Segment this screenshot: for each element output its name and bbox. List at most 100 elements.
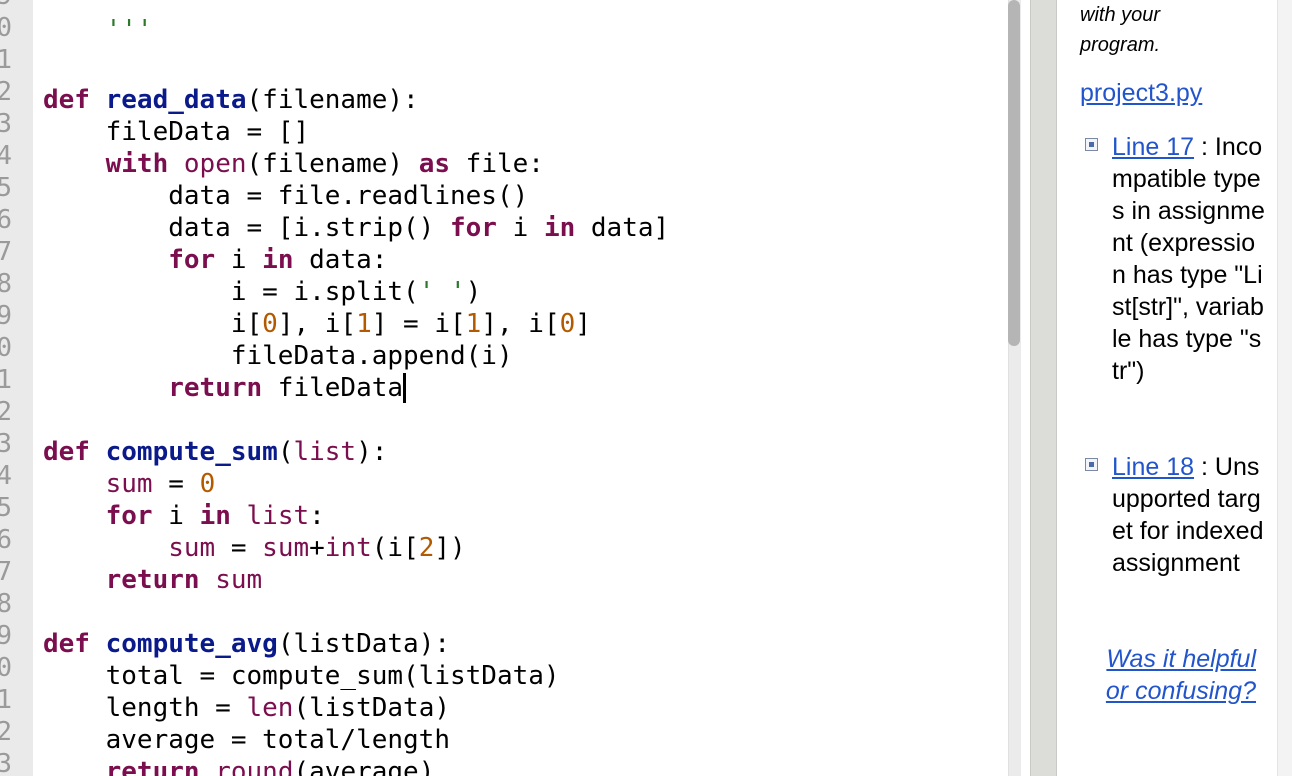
code-token: ], i[ (481, 309, 560, 339)
code-line: i[0], i[1] = i[1], i[0] (43, 308, 591, 340)
scrollbar-thumb[interactable] (1008, 0, 1020, 346)
code-token: as (418, 149, 451, 179)
line-number: 1 (0, 365, 12, 395)
code-token: (listData): (277, 629, 450, 659)
code-line: data = [i.strip() for i in data] (43, 212, 669, 244)
code-token: data = [i.strip() (43, 213, 450, 243)
line-number: 1 (0, 685, 12, 715)
code-token: (listData) (293, 693, 451, 723)
code-token: ] (575, 309, 591, 339)
editor-scrollbar[interactable] (999, 0, 1030, 776)
code-line: sum = sum+int(i[2]) (43, 532, 465, 564)
line-number: 3 (0, 109, 12, 139)
issue-item: Line 18 : Unsupported target for indexed… (1085, 451, 1265, 579)
line-number: 2 (0, 397, 12, 427)
code-line: def compute_avg(listData): (43, 628, 450, 660)
analysis-panel: with your program. project3.py Line 17 :… (1057, 0, 1292, 776)
code-line: return round(average) (43, 756, 435, 776)
file-link-project3[interactable]: project3.py (1080, 79, 1202, 108)
collapse-toggle-icon[interactable] (1085, 138, 1098, 151)
issue-message: Incompatible types in assignment (expres… (1112, 133, 1265, 385)
code-token: in (543, 213, 576, 243)
code-token: open (183, 149, 247, 179)
code-token: + (309, 533, 325, 563)
code-line: length = len(listData) (43, 692, 450, 724)
panel-scroll-edge (1277, 0, 1292, 776)
code-line: return sum (43, 564, 263, 596)
code-token: data = file.readlines() (43, 181, 529, 211)
code-token: (filename): (246, 85, 419, 115)
panel-note-line: program. (1080, 34, 1161, 56)
code-line: total = compute_sum(listData) (43, 660, 560, 692)
code-editor[interactable]: ''' def read_data(filename): fileData = … (33, 0, 998, 776)
code-line: return fileData (43, 372, 407, 404)
code-token: read_data (105, 85, 247, 115)
code-token: sum (168, 533, 216, 563)
code-token: length = (43, 693, 247, 723)
issue-line-link[interactable]: Line 17 (1112, 133, 1194, 161)
code-line: for i in data: (43, 244, 387, 276)
line-number: 4 (0, 141, 12, 171)
code-line: fileData.append(i) (43, 340, 513, 372)
code-token: for (450, 213, 497, 243)
code-token: fileData (262, 373, 404, 403)
code-token: i = i.split( (43, 277, 419, 307)
code-token: def (43, 629, 90, 659)
code-token: (average) (293, 757, 435, 776)
line-number: 0 (0, 13, 12, 43)
issue-line-link[interactable]: Line 18 (1112, 453, 1194, 481)
line-number: 0 (0, 653, 12, 683)
code-token: list (293, 437, 357, 467)
code-line: with open(filename) as file: (43, 148, 544, 180)
code-token: average = total/length (43, 725, 450, 755)
code-token: i[ (43, 309, 263, 339)
panel-resize-divider[interactable] (1030, 0, 1057, 776)
code-line-fragment: ''' (43, 0, 153, 45)
issue-separator: : (1194, 133, 1208, 161)
code-token: return (168, 373, 263, 403)
code-token: ) (465, 277, 482, 307)
code-token: 2 (418, 533, 435, 563)
code-token: return (105, 565, 200, 595)
line-number: 7 (0, 237, 12, 267)
line-number: 2 (0, 717, 12, 747)
code-token: 1 (356, 309, 372, 339)
code-token: ' ' (418, 277, 466, 307)
code-line: for i in list: (43, 500, 325, 532)
code-token: = (215, 533, 263, 563)
code-token: int (324, 533, 372, 563)
line-number: 7 (0, 557, 12, 587)
issue-separator: : (1194, 453, 1208, 481)
line-number: 6 (0, 205, 12, 235)
code-token: with (105, 149, 169, 179)
line-number: 8 (0, 589, 12, 619)
feedback-link[interactable]: Was it helpful or confusing? (1067, 643, 1256, 707)
code-token: compute_avg (105, 629, 278, 659)
code-token: file: (450, 149, 544, 179)
code-token: : (309, 501, 325, 531)
code-line: def compute_sum(list): (43, 436, 387, 468)
code-token: in (199, 501, 231, 531)
code-token: i (496, 213, 544, 243)
code-token: data: (293, 245, 388, 275)
line-number: 9 (0, 0, 12, 12)
code-token: list (246, 501, 310, 531)
line-number: 8 (0, 269, 12, 299)
line-number: 3 (0, 749, 12, 776)
line-number: 4 (0, 461, 12, 491)
code-token: 0 (262, 309, 278, 339)
feedback-link-line[interactable]: Was it helpful (1067, 643, 1256, 675)
code-token: ''' (105, 15, 153, 45)
line-number: 6 (0, 525, 12, 555)
code-token: 1 (465, 309, 482, 339)
collapse-toggle-icon[interactable] (1085, 458, 1098, 471)
feedback-link-line[interactable]: or confusing? (1067, 675, 1256, 707)
code-line: data = file.readlines() (43, 180, 528, 212)
